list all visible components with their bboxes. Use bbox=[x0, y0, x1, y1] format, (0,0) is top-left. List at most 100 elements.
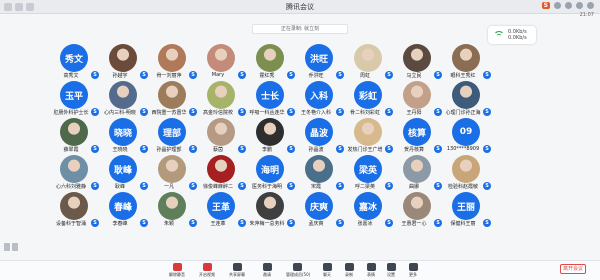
participant-tile[interactable]: 王丹阳 S bbox=[391, 81, 442, 119]
participant-name: 李鹏 bbox=[261, 147, 272, 153]
manage-members-button[interactable]: 管理成员(50) bbox=[286, 263, 310, 279]
participant-avatar: 彩虹 bbox=[354, 81, 382, 109]
share-screen-button[interactable]: 共享屏幕 bbox=[226, 263, 248, 279]
participant-avatar bbox=[207, 44, 235, 72]
participant-tile[interactable]: Mary S bbox=[195, 44, 246, 82]
participant-tile[interactable]: 核算 贺丹核算 S bbox=[391, 118, 442, 156]
participant-name: 马立民 bbox=[406, 73, 422, 79]
participant-avatar bbox=[256, 44, 284, 72]
participant-tile[interactable]: 心内三科-明晓 S bbox=[97, 81, 148, 119]
participant-tile[interactable]: 入科 王冬艳介入科 S bbox=[293, 81, 344, 119]
participant-name: Mary bbox=[211, 72, 225, 78]
participant-tile[interactable]: 曲娜 S bbox=[391, 155, 442, 193]
participant-tile[interactable]: 蔡茵 S bbox=[195, 118, 246, 156]
participant-tile[interactable]: 眼科王秀红 S bbox=[440, 44, 491, 82]
participant-name: 王冬艳介入科 bbox=[300, 110, 331, 116]
participant-tile[interactable]: 洪旺 乔洪旺 S bbox=[293, 44, 344, 82]
more-icon bbox=[408, 263, 418, 271]
participant-tile[interactable]: 耿峰 耿峰 S bbox=[97, 155, 148, 193]
leave-meeting-button[interactable]: 离开会议 bbox=[560, 264, 586, 274]
mic-status-badge: S bbox=[483, 182, 491, 190]
record-icon bbox=[344, 263, 354, 271]
participant-tile[interactable]: 检验科赵霞敏 S bbox=[440, 155, 491, 193]
participant-tile[interactable]: 海明 医务科于海明 S bbox=[244, 155, 295, 193]
participant-tile[interactable]: 霍红秀 S bbox=[244, 44, 295, 82]
participant-avatar: 秀文 bbox=[60, 44, 88, 72]
participant-name: 乔洪旺 bbox=[308, 73, 324, 79]
keyboard-icon[interactable] bbox=[565, 2, 572, 9]
participant-tile[interactable]: 彩虹 骨二科刘彩虹 S bbox=[342, 81, 393, 119]
participant-name: 徐俊峰麻醉二 bbox=[202, 184, 233, 190]
participant-tile[interactable]: 秀文 高秀文 S bbox=[48, 44, 99, 82]
video-button[interactable]: 开启视频 bbox=[196, 263, 218, 279]
participant-tile[interactable]: 徐俊峰麻醉二 S bbox=[195, 155, 246, 193]
participant-tile[interactable]: 发热门诊王广增 S bbox=[342, 118, 393, 156]
unmute-button[interactable]: 解除静音 bbox=[166, 263, 188, 279]
participant-avatar bbox=[256, 118, 284, 146]
expand-icon bbox=[12, 243, 18, 251]
participant-tile[interactable]: 一凡 S bbox=[146, 155, 197, 193]
mic-icon[interactable] bbox=[554, 2, 561, 9]
participant-tile[interactable]: 09 130****8909 S bbox=[440, 118, 491, 156]
participant-tile[interactable]: 周虹 S bbox=[342, 44, 393, 82]
participant-tile[interactable]: 马立民 S bbox=[391, 44, 442, 82]
participant-tile[interactable]: 晶波 孙晶波 S bbox=[293, 118, 344, 156]
participant-tile[interactable]: 孙越宇 S bbox=[97, 44, 148, 82]
invite-button[interactable]: 邀请 bbox=[256, 263, 278, 279]
participant-name: 保健科王丽 bbox=[450, 221, 476, 227]
skin-icon[interactable] bbox=[576, 2, 583, 9]
title-right-tools: S bbox=[541, 2, 594, 9]
participant-tile[interactable]: 晓晓 王晓晓 S bbox=[97, 118, 148, 156]
participant-tile[interactable]: 设备科于智涌 S bbox=[48, 192, 99, 230]
participant-avatar bbox=[158, 155, 186, 183]
participant-tile[interactable]: 王丽 保健科王丽 S bbox=[440, 192, 491, 230]
participant-tile[interactable]: 王惠君一心 S bbox=[391, 192, 442, 230]
participant-avatar bbox=[354, 118, 382, 146]
reaction-button[interactable]: 表情 bbox=[360, 263, 382, 279]
participant-tile[interactable]: 心理门诊孙正海 S bbox=[440, 81, 491, 119]
participant-tile[interactable]: 理部 孙晶护理部 S bbox=[146, 118, 197, 156]
participant-name: 孙晶护理部 bbox=[156, 147, 182, 153]
share-icon bbox=[232, 263, 242, 271]
toolbar-label: 共享屏幕 bbox=[229, 272, 245, 277]
participant-tile[interactable]: 嘉冰 张嘉冰 S bbox=[342, 192, 393, 230]
participant-tile[interactable]: 王革 王连革 S bbox=[195, 192, 246, 230]
participant-name: 心理门诊孙正海 bbox=[445, 110, 481, 116]
more-button[interactable]: 更多 bbox=[402, 263, 424, 279]
participant-tile[interactable]: 薛翠霞 S bbox=[48, 118, 99, 156]
participant-name: 朱颖 bbox=[163, 221, 174, 227]
participant-name: 骨一刘丽萍 bbox=[156, 73, 182, 79]
participant-tile[interactable]: 朱颖 S bbox=[146, 192, 197, 230]
clock-text: 21:07 bbox=[579, 12, 594, 18]
record-button[interactable]: 录制 bbox=[338, 263, 360, 279]
participant-tile[interactable]: 心六科刘雅静 S bbox=[48, 155, 99, 193]
participant-tile[interactable]: 士长 呼吸一科丛连华 S bbox=[244, 81, 295, 119]
camera-icon bbox=[202, 263, 212, 271]
participant-tile[interactable]: 朱萍梅一总务科 S bbox=[244, 192, 295, 230]
participant-name: 曲娜 bbox=[408, 184, 419, 190]
speaker-indicator[interactable] bbox=[4, 243, 20, 253]
chat-button[interactable]: 聊天 bbox=[316, 263, 338, 279]
participant-tile[interactable]: 庆爽 孟庆爽 S bbox=[293, 192, 344, 230]
participant-name: 一凡 bbox=[163, 184, 174, 190]
participant-avatar bbox=[305, 155, 333, 183]
participant-avatar bbox=[207, 118, 235, 146]
settings-button[interactable]: 设置 bbox=[380, 263, 402, 279]
participant-tile[interactable]: 高金玲信院校 S bbox=[195, 81, 246, 119]
participant-tile[interactable]: 玉平 肛肠外科护士长 S bbox=[48, 81, 99, 119]
participant-name: 王丹阳 bbox=[406, 110, 422, 116]
sogou-ime-icon[interactable]: S bbox=[541, 2, 550, 9]
participant-avatar: 王革 bbox=[207, 192, 235, 220]
menu-icon[interactable] bbox=[587, 2, 594, 9]
participant-tile[interactable]: 骨一刘丽萍 S bbox=[146, 44, 197, 82]
participant-tile[interactable]: 梁英 呼二梁英 S bbox=[342, 155, 393, 193]
toolbar-label: 聊天 bbox=[323, 272, 331, 277]
participant-tile[interactable]: 西院重一苏晋华 S bbox=[146, 81, 197, 119]
participant-name: 设备科于智涌 bbox=[55, 221, 86, 227]
participant-tile[interactable]: 春峰 李春峰 S bbox=[97, 192, 148, 230]
download-rate: 0.0Kb/s bbox=[508, 35, 527, 41]
participant-avatar: 核算 bbox=[403, 118, 431, 146]
participant-tile[interactable]: 宋霞 S bbox=[293, 155, 344, 193]
participant-name: 王惠君一心 bbox=[401, 221, 427, 227]
participant-tile[interactable]: 李鹏 S bbox=[244, 118, 295, 156]
